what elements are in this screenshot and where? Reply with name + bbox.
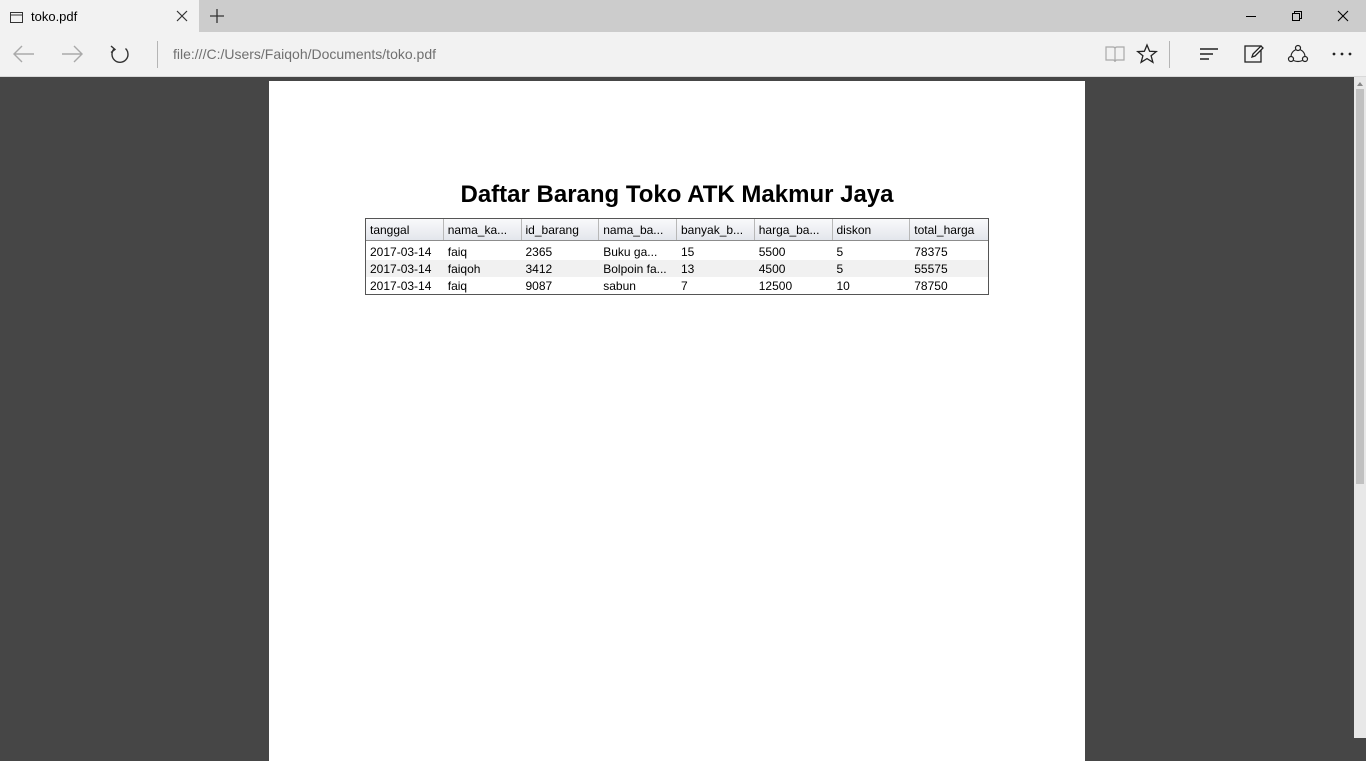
table-cell: 9087 [525, 279, 553, 293]
table-cell: 55575 [914, 262, 948, 276]
table-row: 2017-03-14 faiq 2365 Buku ga... 15 5500 … [366, 243, 988, 260]
star-icon[interactable] [1135, 43, 1159, 65]
table-row: 2017-03-14 faiq 9087 sabun 7 12500 10 78… [366, 277, 988, 294]
table-cell: sabun [603, 279, 636, 293]
table-cell: 5 [836, 245, 844, 259]
back-arrow-icon[interactable] [12, 43, 36, 65]
document-title: Daftar Barang Toko ATK Makmur Jaya [460, 181, 894, 208]
pen-icon[interactable] [1243, 43, 1265, 65]
restore-button[interactable] [1274, 0, 1320, 32]
table-cell: 5500 [758, 245, 786, 259]
table-cell: 78375 [914, 245, 948, 259]
table-cell: 10 [836, 279, 850, 293]
share-icon[interactable] [1287, 43, 1309, 65]
tab-toko-pdf[interactable]: toko.pdf [0, 0, 199, 32]
table-row: 2017-03-14 faiqoh 3412 Bolpoin fa... 13 … [366, 260, 988, 277]
column-header: diskon [833, 219, 911, 240]
table-cell: 2017-03-14 [370, 245, 432, 259]
tab-title: toko.pdf [31, 9, 78, 24]
hub-icon[interactable] [1198, 43, 1220, 65]
close-tab-icon[interactable] [175, 9, 189, 23]
table-cell: 5 [836, 262, 844, 276]
pdf-viewer: Daftar Barang Toko ATK Makmur Jaya tangg… [0, 77, 1366, 761]
tab-page-icon [10, 10, 23, 23]
table-cell: 7 [681, 279, 688, 293]
table-cell: Buku ga... [603, 245, 658, 259]
new-tab-plus-icon[interactable] [209, 8, 225, 24]
column-header: harga_ba... [755, 219, 833, 240]
scrollbar-thumb[interactable] [1356, 89, 1364, 484]
column-header: total_harga [914, 223, 975, 237]
close-window-button[interactable] [1320, 0, 1366, 32]
pdf-page: Daftar Barang Toko ATK Makmur Jaya tangg… [269, 81, 1085, 761]
address-divider [157, 41, 158, 68]
table-body: 2017-03-14 faiq 2365 Buku ga... 15 5500 … [366, 241, 988, 294]
table-cell: 13 [681, 262, 695, 276]
items-table: tanggal nama_ka... id_barang nama_ba... … [365, 218, 989, 295]
ellipsis-icon[interactable] [1331, 43, 1353, 65]
table-cell: 12500 [758, 279, 793, 293]
column-header: nama_ka... [444, 219, 522, 240]
column-header: id_barang [522, 219, 600, 240]
column-header: nama_ba... [599, 219, 677, 240]
table-header: tanggal nama_ka... id_barang nama_ba... … [366, 219, 988, 241]
navigation-bar [0, 32, 1366, 77]
table-cell: 4500 [758, 262, 786, 276]
table-cell: faiq [447, 245, 468, 259]
table-cell: 3412 [525, 262, 553, 276]
minimize-button[interactable] [1228, 0, 1274, 32]
table-cell: 2017-03-14 [370, 279, 432, 293]
column-header: tanggal [366, 219, 444, 240]
address-input[interactable] [173, 46, 1073, 62]
forward-arrow-icon[interactable] [60, 43, 84, 65]
scroll-up-arrow-icon[interactable] [1354, 77, 1366, 89]
table-cell: 2365 [525, 245, 553, 259]
table-cell: faiq [447, 279, 468, 293]
refresh-icon[interactable] [108, 43, 132, 65]
table-cell: Bolpoin fa... [603, 262, 667, 276]
column-header: banyak_b... [677, 219, 755, 240]
table-cell: 2017-03-14 [370, 262, 432, 276]
toolbar-divider [1169, 41, 1170, 68]
book-icon[interactable] [1104, 43, 1126, 65]
table-cell: 78750 [914, 279, 948, 293]
tab-strip: toko.pdf [0, 0, 1366, 32]
table-cell: 15 [681, 245, 695, 259]
table-cell: faiqoh [447, 262, 481, 276]
vertical-scrollbar[interactable] [1354, 77, 1366, 738]
